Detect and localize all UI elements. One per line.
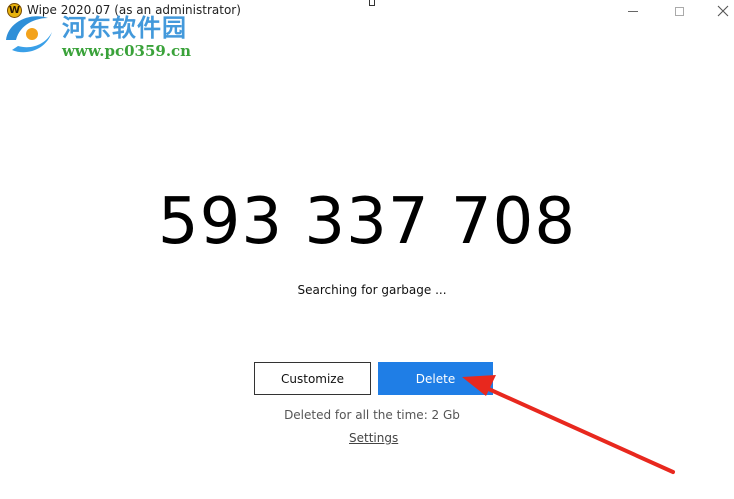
drag-handle-icon[interactable] xyxy=(369,0,375,6)
close-button[interactable] xyxy=(700,0,734,22)
minimize-button[interactable] xyxy=(610,0,656,22)
deleted-total-text: Deleted for all the time: 2 Gb xyxy=(284,408,460,422)
title-bar: W Wipe 2020.07 (as an administrator) xyxy=(0,0,734,22)
settings-link[interactable]: Settings xyxy=(349,431,398,445)
status-text: Searching for garbage ... xyxy=(297,283,447,297)
delete-button[interactable]: Delete xyxy=(378,362,493,395)
close-icon xyxy=(717,5,729,17)
customize-button[interactable]: Customize xyxy=(254,362,371,395)
window-title: Wipe 2020.07 (as an administrator) xyxy=(27,3,241,17)
minimize-icon xyxy=(628,10,638,12)
garbage-counter: 593 337 708 xyxy=(157,185,577,259)
maximize-button[interactable] xyxy=(656,0,702,22)
maximize-icon xyxy=(674,6,684,16)
app-icon: W xyxy=(7,3,22,18)
watermark-url: www.pc0359.cn xyxy=(62,42,192,60)
